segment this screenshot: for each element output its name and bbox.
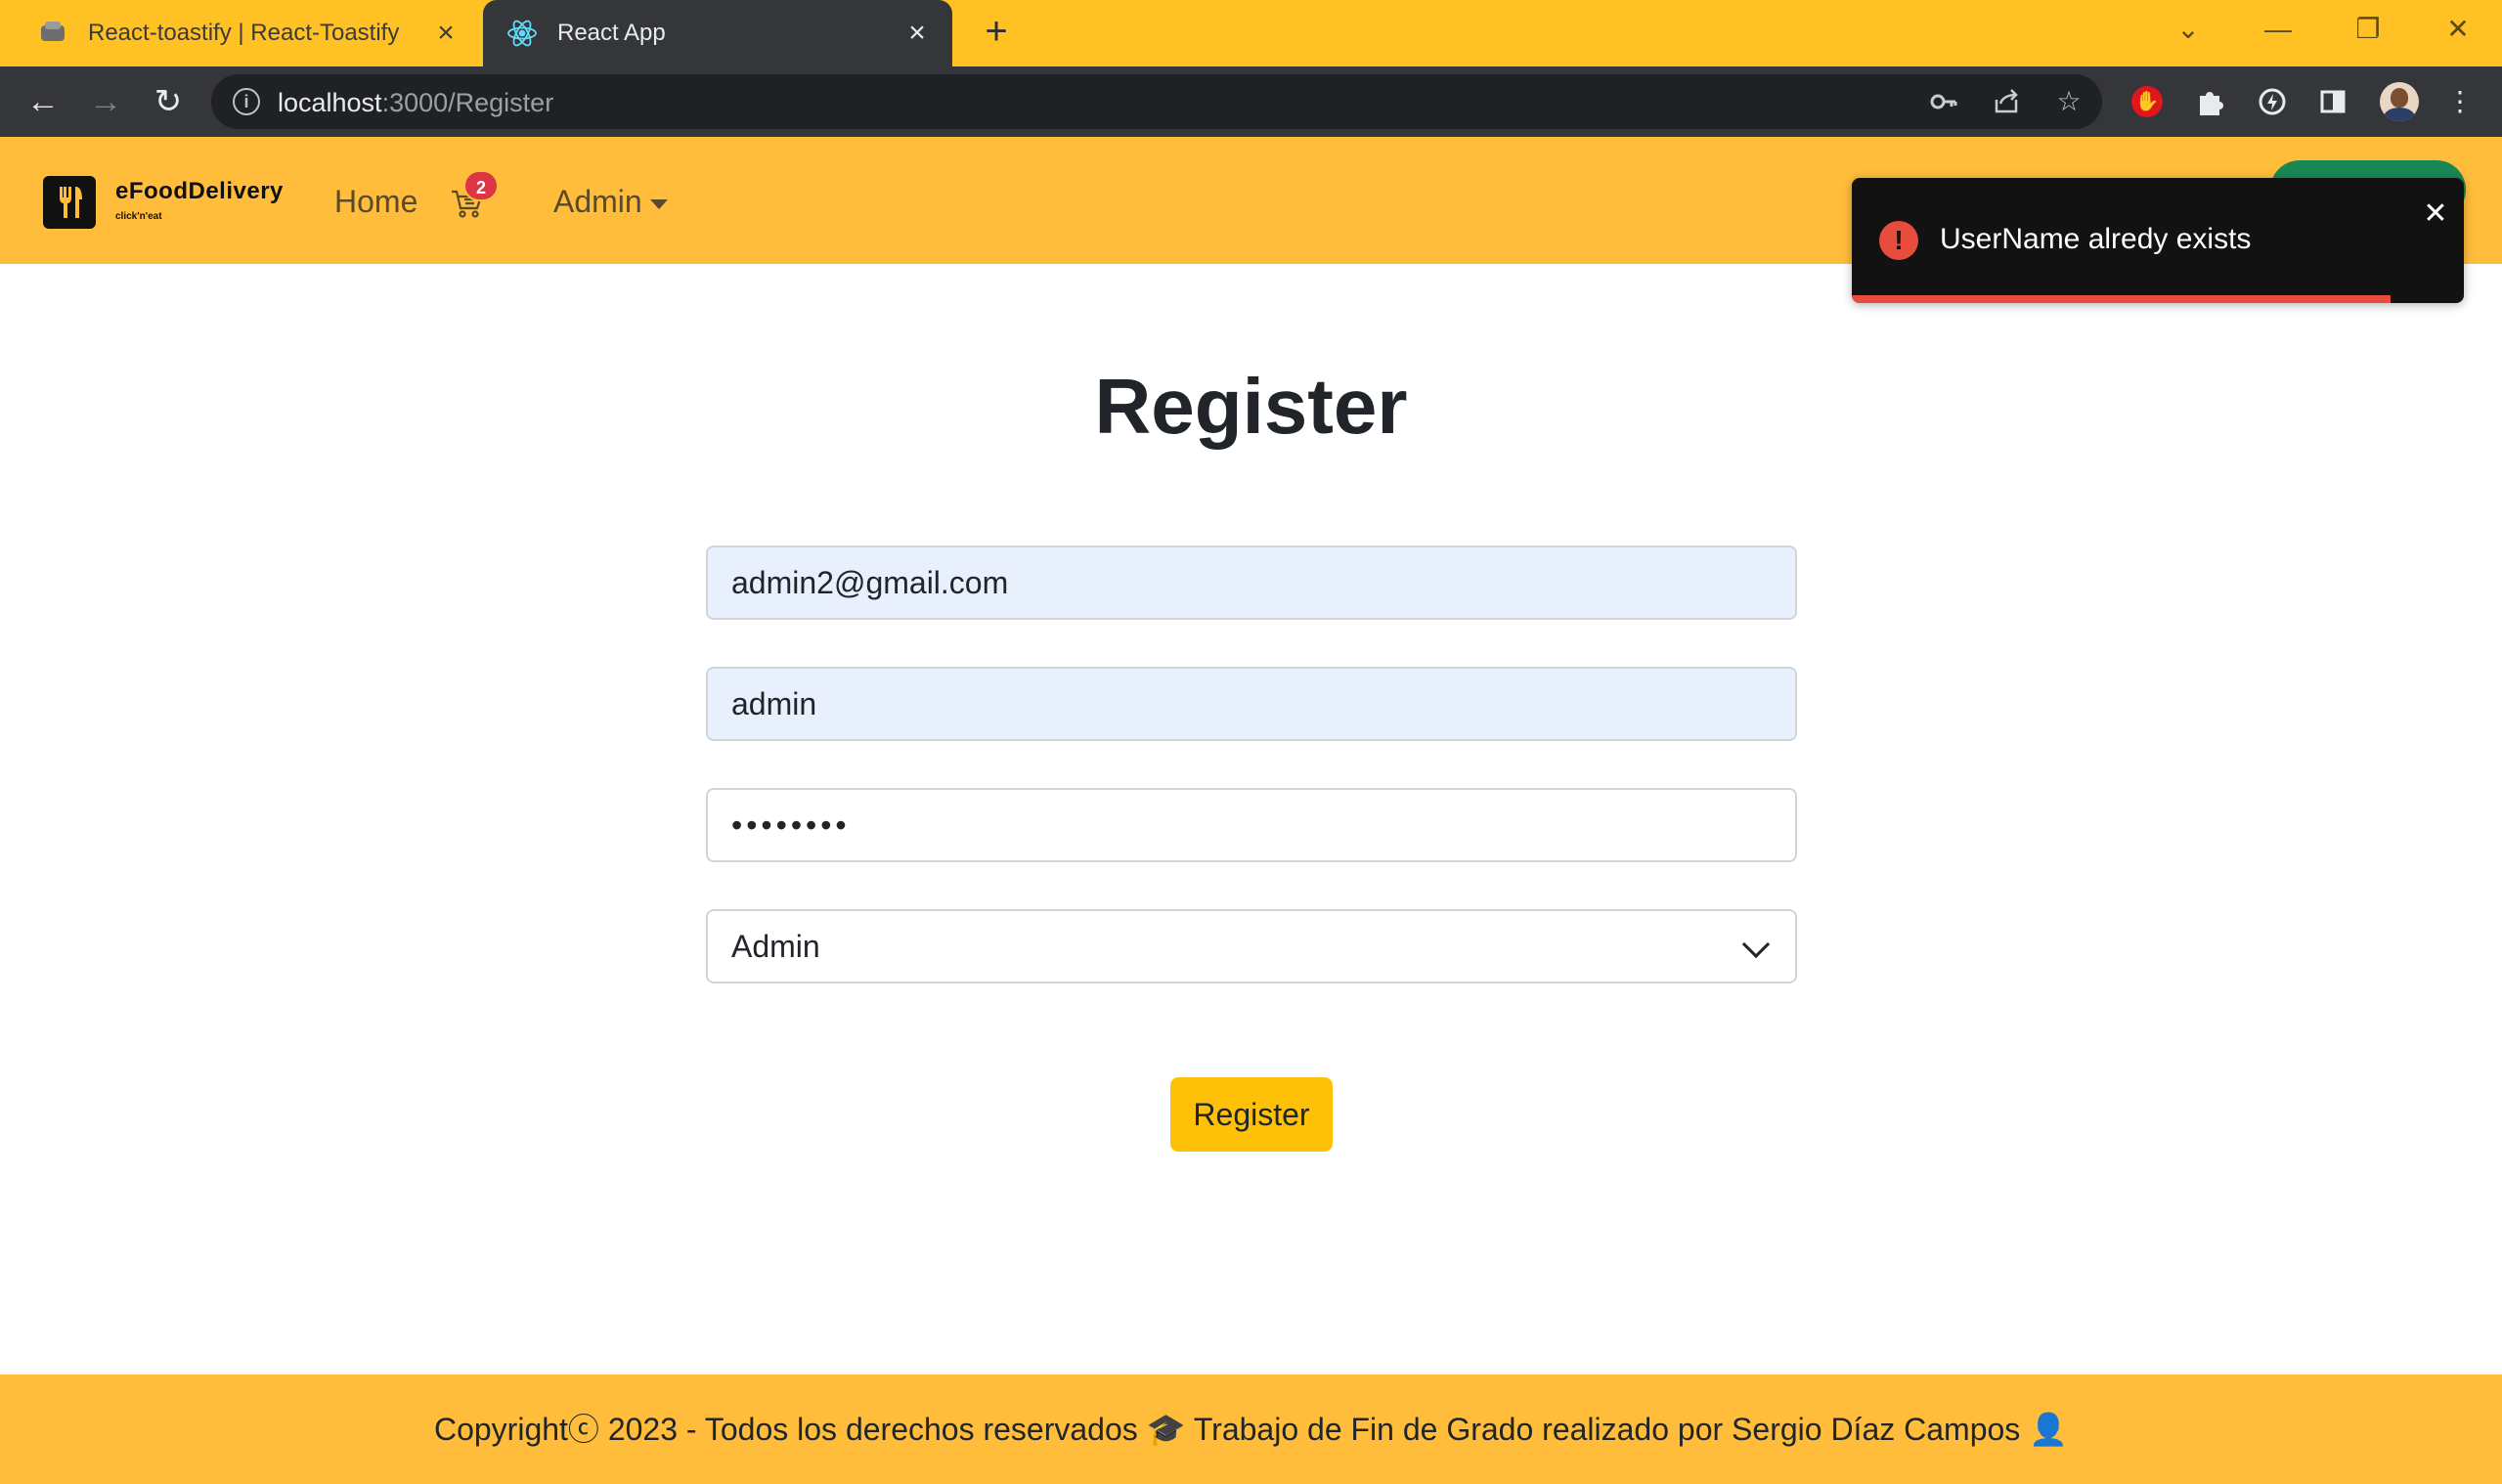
forward-arrow-icon[interactable]: → xyxy=(86,82,125,121)
cart-count-badge: 2 xyxy=(463,170,499,201)
site-info-icon[interactable]: i xyxy=(233,88,260,115)
minimize-window-icon[interactable]: — xyxy=(2249,10,2307,49)
brand-tagline: click'n'eat xyxy=(115,211,162,222)
caret-down-icon xyxy=(649,198,668,209)
toastify-favicon-icon xyxy=(37,18,68,49)
close-tab-icon[interactable]: × xyxy=(430,18,461,49)
register-button[interactable]: Register xyxy=(1170,1077,1333,1152)
admin-dropdown[interactable]: Admin xyxy=(553,184,668,220)
close-tab-icon[interactable]: × xyxy=(901,18,933,49)
nav-home-link[interactable]: Home xyxy=(334,184,417,220)
performance-bolt-icon[interactable] xyxy=(2257,86,2288,117)
email-field[interactable]: admin2@gmail.com xyxy=(706,546,1797,620)
role-selected-value: Admin xyxy=(731,928,820,964)
chevron-down-icon xyxy=(1741,930,1771,959)
new-tab-button[interactable]: + xyxy=(976,12,1017,53)
tab-title: React App xyxy=(557,20,666,46)
browser-tab-bar: React-toastify | React-Toastify × React … xyxy=(0,0,2502,66)
stop-hand-extension-icon[interactable]: ✋ xyxy=(2131,86,2163,117)
react-favicon-icon xyxy=(506,18,538,49)
reload-icon[interactable]: ↻ xyxy=(149,82,188,121)
page-title: Register xyxy=(1094,363,1408,450)
tab-title: React-toastify | React-Toastify xyxy=(88,20,400,46)
footer: Copyrightⓒ 2023 - Todos los derechos res… xyxy=(0,1375,2502,1484)
bookmark-star-icon[interactable]: ☆ xyxy=(2053,86,2085,117)
extensions-puzzle-icon[interactable] xyxy=(2194,86,2225,117)
footer-text: Copyrightⓒ 2023 - Todos los derechos res… xyxy=(433,1412,2069,1447)
brand-name[interactable]: eFoodDelivery xyxy=(115,178,284,205)
error-toast: ! UserName alredy exists ✕ xyxy=(1852,178,2464,303)
share-icon[interactable] xyxy=(1991,86,2022,117)
tab-search-chevron-icon[interactable]: ⌄ xyxy=(2159,10,2217,49)
browser-toolbar: ← → ↻ i localhost:3000/Register ☆ ✋ ⋮ xyxy=(0,66,2502,137)
password-mask: •••••••• xyxy=(731,807,851,843)
profile-avatar[interactable] xyxy=(2380,82,2419,121)
restore-window-icon[interactable]: ❐ xyxy=(2339,10,2397,49)
address-bar[interactable]: i localhost:3000/Register ☆ xyxy=(211,74,2102,129)
toast-message: UserName alredy exists xyxy=(1940,223,2252,255)
tab-react-toastify[interactable]: React-toastify | React-Toastify × xyxy=(0,0,481,66)
back-arrow-icon[interactable]: ← xyxy=(23,82,63,121)
email-value: admin2@gmail.com xyxy=(731,564,1009,600)
username-field[interactable]: admin xyxy=(706,667,1797,741)
role-select[interactable]: Admin xyxy=(706,909,1797,983)
fork-knife-logo-icon[interactable] xyxy=(43,176,96,229)
password-field[interactable]: •••••••• xyxy=(706,788,1797,862)
error-icon: ! xyxy=(1879,221,1918,260)
toast-progress-bar xyxy=(1852,295,2391,303)
side-panel-icon[interactable] xyxy=(2317,86,2348,117)
username-value: admin xyxy=(731,685,817,721)
chrome-menu-kebab-icon[interactable]: ⋮ xyxy=(2444,86,2476,117)
tab-react-app[interactable]: React App × xyxy=(483,0,952,66)
url-text: localhost:3000/Register xyxy=(278,88,554,117)
toast-close-icon[interactable]: ✕ xyxy=(2421,199,2450,229)
close-window-icon[interactable]: ✕ xyxy=(2429,10,2487,49)
password-key-icon[interactable] xyxy=(1928,86,1959,117)
